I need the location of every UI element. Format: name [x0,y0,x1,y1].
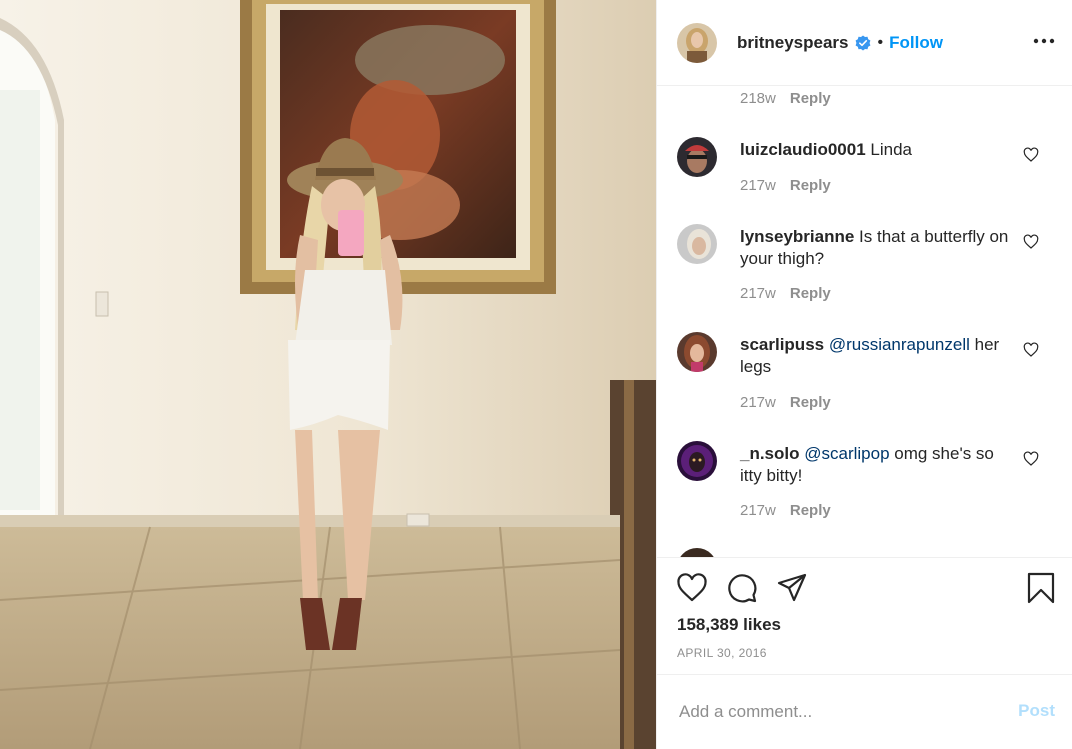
commenter-username[interactable]: scarlipuss [740,335,824,354]
comment-meta: 217w Reply [740,285,831,302]
post-comment-button[interactable]: Post [1018,701,1055,721]
verified-badge-icon [855,35,870,50]
post-actions: 158,389 likes APRIL 30, 2016 [657,557,1072,675]
commenter-username[interactable]: luizclaudio0001 [740,140,866,159]
comment-timestamp: 217w [740,285,776,302]
like-comment-heart-icon[interactable] [1023,451,1039,467]
header-separator: • [877,33,884,51]
reply-button[interactable]: Reply [790,502,831,519]
instagram-post: britneyspears • Follow 218w Reply luizcl… [0,0,1072,749]
like-comment-heart-icon[interactable] [1023,147,1039,163]
reply-button[interactable]: Reply [790,90,831,107]
add-comment-bar: Post [657,674,1072,749]
share-icon[interactable] [776,572,808,604]
author-avatar[interactable] [677,22,717,63]
comment-meta: 217w Reply [740,502,831,519]
commenter-username[interactable]: lynseybrianne [740,227,854,246]
reply-button[interactable]: Reply [790,394,831,411]
comment-meta: 217w Reply [740,394,831,411]
like-comment-heart-icon[interactable] [1023,234,1039,250]
commenter-avatar[interactable] [677,224,717,264]
post-date: APRIL 30, 2016 [677,646,767,660]
comment-mention[interactable]: @scarlipop [800,444,889,463]
reply-button[interactable]: Reply [790,177,831,194]
comment-timestamp: 217w [740,502,776,519]
comments-list[interactable]: 218w Reply luizclaudio0001 Linda 217w Re… [657,86,1072,557]
heart-icon[interactable] [676,572,708,604]
comment-icon[interactable] [726,572,758,604]
commenter-avatar[interactable] [677,441,717,481]
post-side-panel: britneyspears • Follow 218w Reply luizcl… [656,0,1072,749]
like-comment-heart-icon[interactable] [1023,342,1039,358]
follow-button[interactable]: Follow [889,33,943,53]
comment-meta: 217w Reply [740,177,831,194]
commenter-avatar[interactable] [677,332,717,372]
comment-text: _n.solo @scarlipop omg she's so itty bit… [740,443,1010,487]
author-username[interactable]: britneyspears [737,33,849,53]
comment-timestamp: 217w [740,394,776,411]
caption-meta: 218w Reply [740,90,831,107]
comment-text: scarlipuss @russianrapunzell her legs [740,334,1010,378]
comment-text: lynseybrianne Is that a butterfly on you… [740,226,1010,270]
more-options-icon[interactable] [1033,30,1055,52]
commenter-avatar[interactable] [677,137,717,177]
commenter-username[interactable]: _n.solo [740,444,800,463]
like-count[interactable]: 158,389 likes [677,615,781,635]
bookmark-icon[interactable] [1025,572,1057,604]
post-header: britneyspears • Follow [657,0,1072,86]
comment-timestamp: 217w [740,177,776,194]
commenter-avatar[interactable] [677,548,717,557]
comment-timestamp: 218w [740,90,776,107]
comment-input[interactable] [677,697,1001,727]
comment-mention[interactable]: @russianrapunzell [824,335,970,354]
reply-button[interactable]: Reply [790,285,831,302]
comment-content: Linda [865,140,912,159]
post-photo[interactable] [0,0,656,749]
mirror-selfie-image [0,0,656,749]
comment-text: luizclaudio0001 Linda [740,139,1010,161]
